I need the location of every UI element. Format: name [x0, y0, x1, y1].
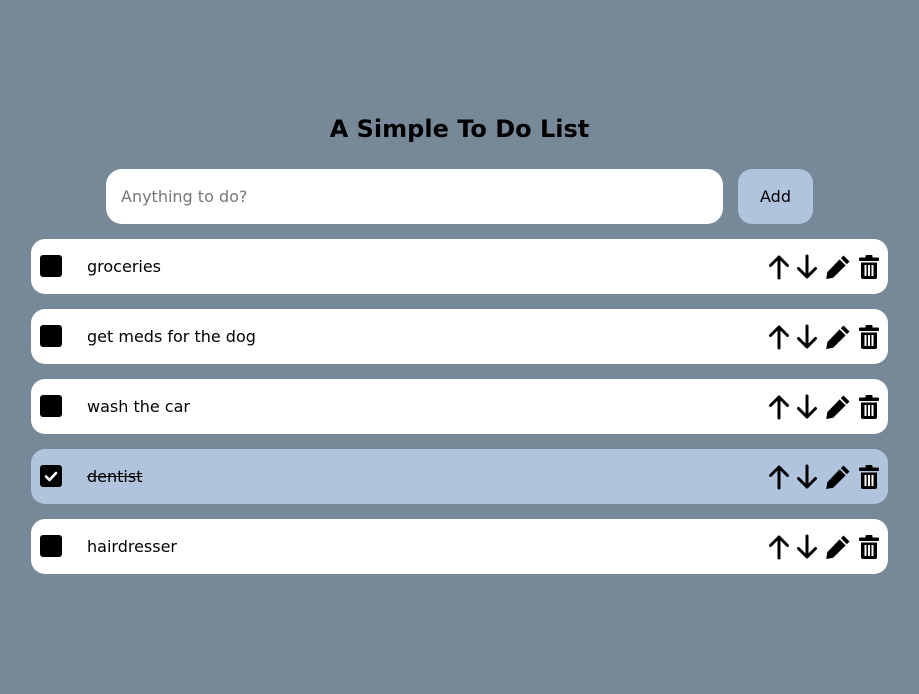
todo-checkbox[interactable]	[40, 325, 62, 347]
arrow-down-icon	[797, 324, 817, 348]
arrow-up-icon	[769, 255, 789, 279]
trash-icon	[859, 394, 879, 419]
todo-item: hairdresser	[31, 519, 888, 574]
trash-icon	[859, 324, 879, 349]
move-down-button[interactable]	[794, 253, 820, 280]
pencil-icon	[826, 465, 850, 489]
pencil-icon	[826, 325, 850, 349]
edit-button[interactable]	[824, 533, 852, 560]
edit-button[interactable]	[824, 393, 852, 420]
todo-text: groceries	[87, 257, 162, 276]
trash-icon	[859, 534, 879, 559]
todo-text: get meds for the dog	[87, 327, 256, 346]
edit-button[interactable]	[824, 253, 852, 280]
page-title: A Simple To Do List	[329, 115, 590, 143]
pencil-icon	[826, 395, 850, 419]
move-down-button[interactable]	[794, 463, 820, 490]
todo-actions	[766, 393, 882, 420]
edit-button[interactable]	[824, 463, 852, 490]
todo-checkbox[interactable]	[40, 255, 62, 277]
move-up-button[interactable]	[766, 463, 792, 490]
checkmark-icon	[44, 471, 58, 482]
trash-icon	[859, 254, 879, 279]
arrow-down-icon	[797, 254, 817, 278]
arrow-up-icon	[769, 325, 789, 349]
todo-text: wash the car	[87, 397, 190, 416]
move-up-button[interactable]	[766, 533, 792, 560]
todo-checkbox[interactable]	[40, 395, 62, 417]
edit-button[interactable]	[824, 323, 852, 350]
arrow-down-icon	[797, 394, 817, 418]
delete-button[interactable]	[856, 253, 882, 280]
todo-app: A Simple To Do List Add groceries	[0, 0, 919, 694]
move-down-button[interactable]	[794, 393, 820, 420]
todo-checkbox[interactable]	[40, 535, 62, 557]
arrow-up-icon	[769, 395, 789, 419]
arrow-up-icon	[769, 465, 789, 489]
todo-checkbox[interactable]	[40, 465, 62, 487]
trash-icon	[859, 464, 879, 489]
arrow-down-icon	[797, 464, 817, 488]
move-down-button[interactable]	[794, 533, 820, 560]
todo-text: hairdresser	[87, 537, 178, 556]
add-button[interactable]: Add	[738, 169, 813, 224]
todo-list: groceries get meds for the dog wash the …	[31, 239, 888, 589]
todo-text: dentist	[87, 467, 143, 486]
delete-button[interactable]	[856, 463, 882, 490]
move-up-button[interactable]	[766, 323, 792, 350]
todo-input[interactable]	[106, 169, 723, 224]
todo-item: wash the car	[31, 379, 888, 434]
pencil-icon	[826, 255, 850, 279]
delete-button[interactable]	[856, 393, 882, 420]
arrow-up-icon	[769, 535, 789, 559]
delete-button[interactable]	[856, 323, 882, 350]
arrow-down-icon	[797, 534, 817, 558]
todo-actions	[766, 323, 882, 350]
move-down-button[interactable]	[794, 323, 820, 350]
pencil-icon	[826, 535, 850, 559]
todo-actions	[766, 463, 882, 490]
move-up-button[interactable]	[766, 393, 792, 420]
todo-actions	[766, 533, 882, 560]
move-up-button[interactable]	[766, 253, 792, 280]
todo-item: dentist	[31, 449, 888, 504]
todo-item: groceries	[31, 239, 888, 294]
todo-item: get meds for the dog	[31, 309, 888, 364]
delete-button[interactable]	[856, 533, 882, 560]
todo-actions	[766, 253, 882, 280]
